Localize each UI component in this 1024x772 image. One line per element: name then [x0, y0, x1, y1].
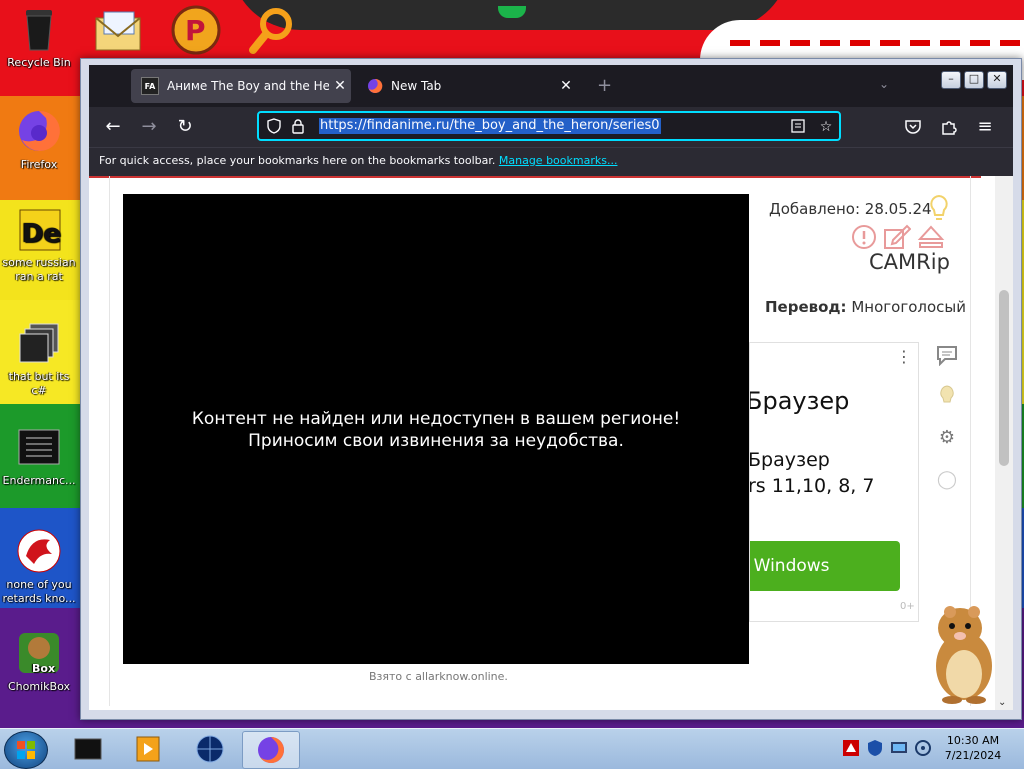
clock-time: 10:30 AM	[946, 734, 1000, 747]
new-tab-plus-icon[interactable]: +	[597, 75, 612, 96]
start-button[interactable]	[4, 731, 48, 769]
de-app-icon: De	[16, 206, 62, 252]
desktop-icon-red-dragon[interactable]: none of you retards kno...	[0, 528, 78, 606]
close-window-icon[interactable]: ✕	[987, 71, 1007, 89]
globe-icon	[196, 735, 224, 763]
player-error-line-2: Приносим свои извинения за неудобства.	[248, 431, 624, 451]
report-warning-icon[interactable]	[851, 224, 876, 249]
eject-icon[interactable]	[917, 224, 945, 248]
firefox-icon	[16, 108, 62, 154]
hamburger-menu-icon[interactable]: ≡	[973, 115, 997, 139]
browser-window[interactable]: FA Аниме The Boy and the Heron ✕ New Tab…	[80, 58, 1022, 720]
findanime-favicon-icon: FA	[141, 77, 159, 95]
taskbar-app-terminal[interactable]	[60, 731, 116, 767]
translation-value: Многоголосый	[846, 298, 966, 316]
url-text[interactable]: https://findanime.ru/the_boy_and_the_her…	[319, 118, 661, 134]
terminal-icon	[16, 424, 62, 470]
manage-bookmarks-link[interactable]: Manage bookmarks...	[499, 154, 618, 167]
desktop-icon-recycle-bin[interactable]: Recycle Bin	[0, 6, 78, 70]
lock-icon[interactable]	[289, 118, 307, 136]
tab-new-tab[interactable]: New Tab ✕	[357, 69, 577, 103]
navigation-toolbar: ← → ↻ https://findanime.ru/the_boy_and_t…	[89, 107, 1013, 147]
lightbulb-icon[interactable]	[927, 194, 951, 220]
shield-icon[interactable]	[265, 118, 283, 136]
tray-volume-icon[interactable]	[914, 739, 932, 757]
chomikbox-icon: Box	[16, 630, 62, 676]
taskbar-app-firefox[interactable]	[242, 731, 300, 769]
desktop-icon-csharp[interactable]: that but its c#	[0, 320, 78, 398]
reader-view-icon[interactable]	[789, 118, 807, 136]
added-date: Добавлено: 28.05.24	[769, 200, 932, 218]
ad-subtitle-versions: rs 11,10, 8, 7	[749, 475, 875, 497]
tab-strip: FA Аниме The Boy and the Heron ✕ New Tab…	[89, 65, 1013, 107]
page-content: Контент не найден или недоступен в вашем…	[89, 176, 1013, 710]
close-tab-icon[interactable]: ✕	[555, 78, 577, 94]
maximize-icon[interactable]: □	[964, 71, 984, 89]
svg-text:Box: Box	[32, 662, 55, 675]
media-player-icon	[136, 736, 160, 762]
translation-info: Перевод: Многоголосый	[765, 298, 966, 316]
tab-anime[interactable]: FA Аниме The Boy and the Heron ✕	[131, 69, 351, 103]
scrollbar-thumb[interactable]	[999, 290, 1009, 466]
close-tab-icon[interactable]: ✕	[329, 78, 351, 94]
ad-title: Браузер	[749, 387, 850, 415]
desktop-icon-chomikbox[interactable]: Box ChomikBox	[0, 630, 78, 694]
ad-options-kebab-icon[interactable]: ⋮	[896, 347, 912, 366]
player-error-message: Контент не найден или недоступен в вашем…	[123, 408, 749, 452]
tab-label: New Tab	[391, 79, 442, 93]
system-clock[interactable]: 10:30 AM 7/21/2024	[940, 733, 1006, 763]
video-source-text: Взято с allarknow.online.	[369, 670, 508, 683]
bookmarks-toolbar: For quick access, place your bookmarks h…	[89, 147, 1013, 176]
firefox-favicon-icon	[367, 78, 383, 94]
tray-network-icon[interactable]	[890, 739, 908, 757]
forward-arrow-icon[interactable]: →	[137, 115, 161, 139]
bookmarks-hint-text: For quick access, place your bookmarks h…	[99, 154, 496, 167]
comments-bubble-icon[interactable]	[935, 344, 959, 368]
url-bar[interactable]: https://findanime.ru/the_boy_and_the_her…	[257, 111, 841, 141]
black-box-icon	[74, 738, 102, 760]
taskbar: 10:30 AM 7/21/2024	[0, 728, 1024, 769]
age-rating-mark: 0+	[900, 601, 915, 612]
tab-label: Аниме The Boy and the Heron	[167, 79, 329, 93]
list-tabs-chevron-icon[interactable]: ⌄	[879, 77, 889, 91]
firefox-icon	[258, 737, 284, 763]
p-app-icon[interactable]: P	[170, 4, 226, 60]
mail-icon[interactable]	[90, 6, 146, 62]
video-player[interactable]: Контент не найден или недоступен в вашем…	[123, 194, 749, 664]
clock-date: 7/21/2024	[944, 749, 1002, 762]
advertisement-box[interactable]: ⋮ Браузер Браузер rs 11,10, 8, 7 я Windo…	[749, 342, 919, 622]
settings-gear-icon[interactable]: ⚙	[935, 426, 959, 450]
windows-stack-icon	[16, 320, 62, 366]
minimize-icon[interactable]: –	[941, 71, 961, 89]
tray-shield-icon[interactable]	[866, 739, 884, 757]
reload-icon[interactable]: ↻	[173, 115, 197, 139]
recycle-bin-icon	[16, 6, 62, 52]
translation-label: Перевод:	[765, 298, 847, 316]
edit-pencil-icon[interactable]	[883, 224, 912, 249]
lightbulb-small-icon[interactable]	[935, 384, 959, 408]
taskbar-app-media-player[interactable]	[120, 731, 176, 767]
desktop-icon-firefox[interactable]: Firefox	[0, 108, 78, 172]
ad-download-button[interactable]: я Windows	[750, 541, 900, 591]
red-dragon-icon	[16, 528, 62, 574]
player-error-line-1: Контент не найден или недоступен в вашем…	[191, 409, 681, 429]
svg-text:P: P	[185, 14, 206, 47]
tray-warning-icon[interactable]	[842, 739, 860, 757]
ad-subtitle: Браузер	[749, 449, 830, 471]
extensions-puzzle-icon[interactable]	[937, 115, 961, 139]
pocket-icon[interactable]	[901, 115, 925, 139]
faded-circle-icon[interactable]: ◯	[935, 468, 959, 492]
back-arrow-icon[interactable]: ←	[101, 115, 125, 139]
taskbar-app-globe[interactable]	[182, 731, 238, 767]
desktop-icon-de-app[interactable]: De some russian ran a rat	[0, 206, 78, 284]
bookmark-star-icon[interactable]: ☆	[817, 118, 835, 136]
magnifier-icon[interactable]	[246, 6, 302, 62]
desktop-icon-endermanch[interactable]: Endermanc...	[0, 424, 78, 488]
hamster-desktop-pet[interactable]	[916, 600, 1006, 704]
quality-label: CAMRip	[869, 250, 950, 274]
svg-text:De: De	[22, 219, 61, 249]
